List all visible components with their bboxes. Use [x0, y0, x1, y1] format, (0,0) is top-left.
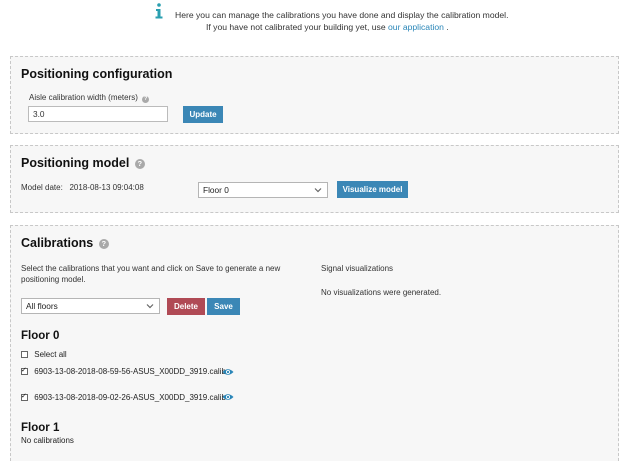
calibrations-instructions: Select the calibrations that you want an… — [21, 264, 281, 273]
checkbox[interactable] — [21, 392, 28, 401]
model-date-value: 2018-08-13 09:04:08 — [69, 183, 144, 192]
select-all-checkbox[interactable]: Select all — [21, 350, 67, 360]
model-date-label: Model date: — [21, 183, 63, 192]
no-calibrations-text: No calibrations — [21, 436, 74, 445]
aisle-width-label-text: Aisle calibration width (meters) — [29, 93, 138, 102]
eye-icon[interactable] — [222, 368, 234, 376]
calibration-item[interactable]: 6903-13-08-2018-08-59-56-ASUS_X00DD_3919… — [21, 366, 226, 377]
panel-title: Positioning model ? — [21, 156, 145, 170]
checkbox[interactable] — [21, 351, 28, 358]
calibrations-instructions-cont: positioning model. — [21, 275, 86, 284]
delete-button[interactable]: Delete — [167, 298, 205, 315]
info-prefix: If you have not calibrated your building… — [206, 22, 386, 32]
calibration-file: 6903-13-08-2018-09-02-26-ASUS_X00DD_3919… — [34, 393, 226, 402]
checkbox[interactable] — [21, 366, 28, 375]
info-text-secondary: If you have not calibrated your building… — [206, 22, 449, 32]
our-application-link[interactable]: our application — [388, 22, 444, 32]
positioning-model-panel: Positioning model ? Model date: 2018-08-… — [10, 145, 619, 213]
aisle-width-input[interactable]: 3.0 — [28, 106, 168, 122]
floor-heading: Floor 1 — [21, 422, 60, 434]
panel-title-text: Positioning model — [21, 156, 130, 170]
info-banner: Here you can manage the calibrations you… — [0, 0, 621, 44]
info-suffix: . — [446, 22, 449, 32]
help-icon[interactable]: ? — [134, 159, 145, 169]
panel-title-text: Calibrations — [21, 236, 94, 250]
signal-visualizations-title: Signal visualizations — [321, 264, 394, 273]
visualize-model-button[interactable]: Visualize model — [337, 181, 408, 198]
help-icon[interactable]: ? — [142, 96, 150, 103]
panel-title: Positioning configuration — [21, 67, 173, 81]
save-button[interactable]: Save — [207, 298, 240, 315]
floor-heading: Floor 0 — [21, 330, 60, 342]
floor-select[interactable]: Floor 0 — [198, 182, 328, 198]
update-button[interactable]: Update — [183, 106, 223, 123]
chevron-down-icon — [146, 304, 154, 309]
info-text: Here you can manage the calibrations you… — [175, 10, 509, 20]
panel-title: Calibrations ? — [21, 236, 109, 250]
floor-filter-select[interactable]: All floors — [21, 298, 160, 314]
chevron-down-icon — [314, 188, 322, 193]
signal-visualizations-empty: No visualizations were generated. — [321, 288, 442, 297]
info-icon — [155, 3, 163, 19]
floor-select-value: Floor 0 — [203, 185, 229, 195]
calibration-file: 6903-13-08-2018-08-59-56-ASUS_X00DD_3919… — [34, 367, 226, 376]
select-all-label: Select all — [34, 350, 67, 359]
eye-icon[interactable] — [222, 393, 234, 401]
aisle-width-label: Aisle calibration width (meters) ? — [29, 93, 150, 103]
help-icon[interactable]: ? — [98, 239, 109, 249]
positioning-configuration-panel: Positioning configuration Aisle calibrat… — [10, 56, 619, 134]
floor-filter-value: All floors — [26, 301, 58, 311]
model-date: Model date: 2018-08-13 09:04:08 — [21, 183, 144, 192]
calibration-item[interactable]: 6903-13-08-2018-09-02-26-ASUS_X00DD_3919… — [21, 392, 226, 403]
calibrations-panel: Calibrations ? Select the calibrations t… — [10, 225, 619, 461]
